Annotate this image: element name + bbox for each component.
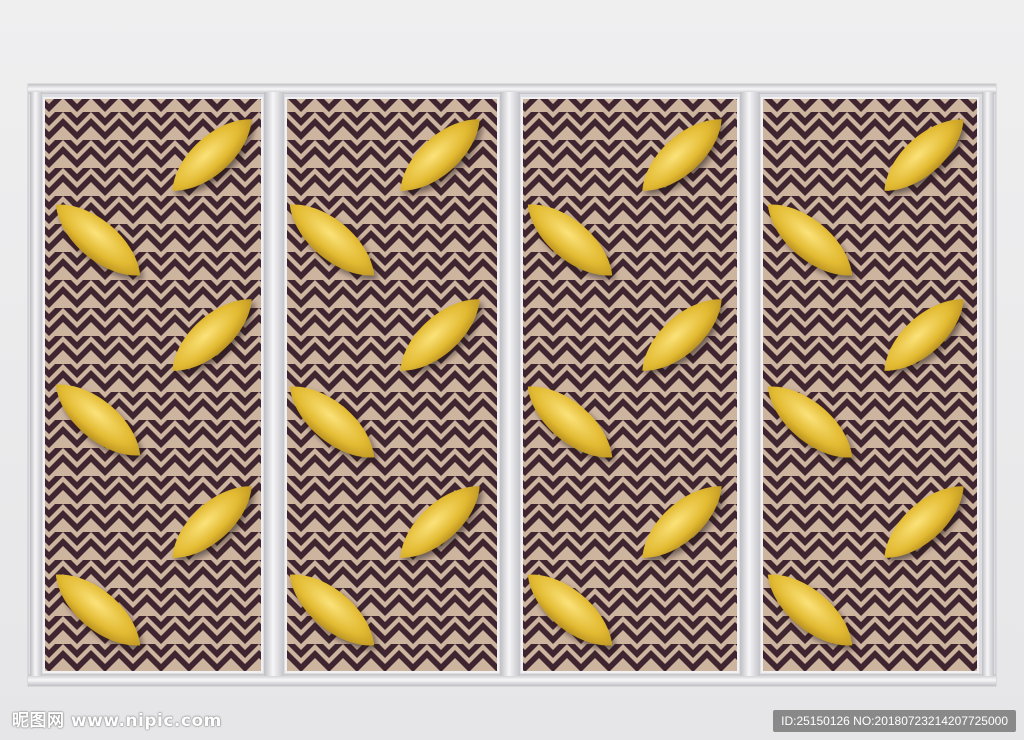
footer: 昵图网 www.nipic.com ID:25150126 NO:2018072…: [0, 706, 1024, 740]
site-watermark: 昵图网 www.nipic.com: [12, 711, 222, 731]
mural-frame: [27, 83, 997, 687]
rail-right: [982, 92, 994, 676]
image-id-badge: ID:25150126 NO:20180723214207725000: [773, 710, 1016, 732]
rail-divider-1: [264, 92, 284, 676]
rail-divider-2: [500, 92, 520, 676]
rail-divider-3: [740, 92, 760, 676]
rail-left: [30, 92, 42, 676]
